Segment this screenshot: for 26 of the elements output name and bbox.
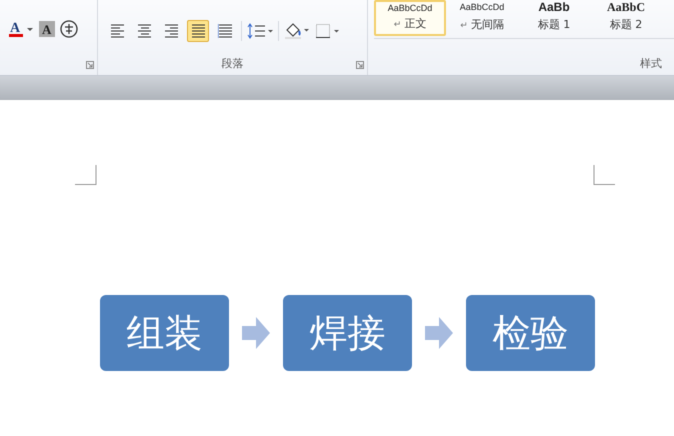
process-box: 检验	[466, 295, 595, 371]
align-distributed-icon	[218, 24, 232, 38]
shading-bucket-icon[interactable]	[284, 22, 310, 40]
arrow-icon	[425, 317, 453, 349]
process-box: 组装	[100, 295, 229, 371]
margin-corner-mark	[75, 165, 97, 185]
style-gallery-item[interactable]: AaBb 标题 1	[518, 0, 590, 36]
align-justify-icon	[191, 24, 205, 38]
align-button[interactable]	[187, 20, 209, 42]
margin-corner-mark	[593, 165, 615, 185]
style-gallery-item[interactable]: AaBbCcDd ↵ 正文	[374, 0, 446, 36]
style-gallery-item[interactable]: AaBbC 标题 2	[590, 0, 662, 36]
dialog-launcher-icon[interactable]	[86, 61, 94, 69]
style-gallery-item[interactable]: AaBbCcDd ↵ 无间隔	[446, 0, 518, 36]
align-right-icon	[164, 24, 178, 38]
arrow-icon	[242, 317, 270, 349]
align-left-icon	[110, 24, 124, 38]
align-center-icon	[137, 24, 151, 38]
borders-icon[interactable]	[315, 23, 341, 39]
enclosed-character-icon[interactable]	[60, 20, 78, 38]
group-label: 段落	[220, 56, 244, 71]
dialog-launcher-icon[interactable]	[356, 61, 364, 69]
line-spacing-icon[interactable]	[247, 23, 273, 39]
group-label: 样式	[640, 56, 662, 71]
character-shading-icon[interactable]: A	[39, 21, 55, 37]
process-box: 焊接	[283, 295, 412, 371]
